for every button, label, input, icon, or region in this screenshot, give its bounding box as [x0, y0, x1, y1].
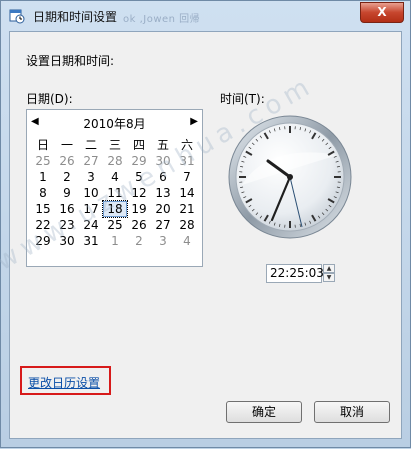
- calendar-day[interactable]: 10: [79, 185, 103, 201]
- weekday-header: 日: [31, 137, 55, 153]
- change-calendar-settings-link[interactable]: 更改日历设置: [28, 374, 100, 391]
- weekday-header: 二: [79, 137, 103, 153]
- calendar-day[interactable]: 5: [127, 169, 151, 185]
- calendar-day[interactable]: 22: [31, 217, 55, 233]
- calendar-day[interactable]: 27: [79, 153, 103, 169]
- time-input[interactable]: 22:25:03: [266, 264, 322, 283]
- cancel-button[interactable]: 取消: [314, 401, 390, 423]
- dialog-body: 设置日期和时间: 日期(D): 时间(T): ◀ 2010年8月 ▶ 日一二三四…: [9, 31, 402, 439]
- calendar-day[interactable]: 4: [175, 233, 199, 249]
- calendar-day[interactable]: 31: [79, 233, 103, 249]
- calendar-day[interactable]: 3: [151, 233, 175, 249]
- calendar-day[interactable]: 26: [55, 153, 79, 169]
- title-bar: 日期和时间设置 ok ,Jowen 回帰 X: [1, 1, 410, 31]
- calendar-day[interactable]: 7: [175, 169, 199, 185]
- calendar-day[interactable]: 2: [55, 169, 79, 185]
- calendar-day[interactable]: 4: [103, 169, 127, 185]
- calendar-clock-icon: [9, 8, 25, 24]
- calendar-day[interactable]: 31: [175, 153, 199, 169]
- spin-down-icon[interactable]: ▼: [323, 273, 335, 282]
- weekday-header: 六: [175, 137, 199, 153]
- calendar-day[interactable]: 8: [31, 185, 55, 201]
- calendar-day[interactable]: 14: [175, 185, 199, 201]
- calendar-day[interactable]: 23: [55, 217, 79, 233]
- dialog-window: 日期和时间设置 ok ,Jowen 回帰 X 设置日期和时间: 日期(D): 时…: [0, 0, 411, 448]
- calendar-day[interactable]: 15: [31, 201, 55, 217]
- calendar-day[interactable]: 19: [127, 201, 151, 217]
- calendar-day[interactable]: 25: [103, 217, 127, 233]
- calendar-day[interactable]: 13: [151, 185, 175, 201]
- calendar-day[interactable]: 3: [79, 169, 103, 185]
- weekday-header: 五: [151, 137, 175, 153]
- calendar-day[interactable]: 25: [31, 153, 55, 169]
- calendar-day[interactable]: 30: [151, 153, 175, 169]
- calendar-grid: 日一二三四五六252627282930311234567891011121314…: [31, 137, 199, 249]
- close-button[interactable]: X: [360, 2, 404, 23]
- calendar-day[interactable]: 20: [151, 201, 175, 217]
- calendar-day[interactable]: 1: [31, 169, 55, 185]
- time-spinner[interactable]: ▲ ▼: [323, 264, 335, 283]
- calendar-day[interactable]: 21: [175, 201, 199, 217]
- calendar-day[interactable]: 24: [79, 217, 103, 233]
- background-window-title: ok ,Jowen 回帰: [123, 10, 200, 25]
- calendar-day[interactable]: 30: [55, 233, 79, 249]
- calendar-day-selected[interactable]: 18: [103, 201, 127, 217]
- calendar-day[interactable]: 2: [127, 233, 151, 249]
- calendar-day[interactable]: 12: [127, 185, 151, 201]
- window-title: 日期和时间设置: [33, 8, 117, 25]
- calendar[interactable]: ◀ 2010年8月 ▶ 日一二三四五六252627282930311234567…: [26, 109, 203, 267]
- calendar-day[interactable]: 28: [103, 153, 127, 169]
- analog-clock: [228, 115, 352, 239]
- calendar-day[interactable]: 16: [55, 201, 79, 217]
- calendar-day[interactable]: 11: [103, 185, 127, 201]
- weekday-header: 一: [55, 137, 79, 153]
- calendar-day[interactable]: 29: [31, 233, 55, 249]
- calendar-day[interactable]: 26: [127, 217, 151, 233]
- calendar-day[interactable]: 28: [175, 217, 199, 233]
- weekday-header: 四: [127, 137, 151, 153]
- calendar-day[interactable]: 1: [103, 233, 127, 249]
- right-arrow-icon[interactable]: ▶: [190, 116, 198, 127]
- calendar-day[interactable]: 9: [55, 185, 79, 201]
- calendar-day[interactable]: 6: [151, 169, 175, 185]
- time-label: 时间(T):: [220, 90, 265, 107]
- calendar-day[interactable]: 27: [151, 217, 175, 233]
- calendar-day[interactable]: 17: [79, 201, 103, 217]
- date-label: 日期(D):: [26, 90, 73, 107]
- calendar-day[interactable]: 29: [127, 153, 151, 169]
- highlight-frame: 更改日历设置: [20, 366, 111, 395]
- calendar-month-title[interactable]: 2010年8月: [27, 115, 202, 132]
- page-title: 设置日期和时间:: [26, 52, 114, 69]
- ok-button[interactable]: 确定: [226, 401, 302, 423]
- weekday-header: 三: [103, 137, 127, 153]
- spin-up-icon[interactable]: ▲: [323, 264, 335, 273]
